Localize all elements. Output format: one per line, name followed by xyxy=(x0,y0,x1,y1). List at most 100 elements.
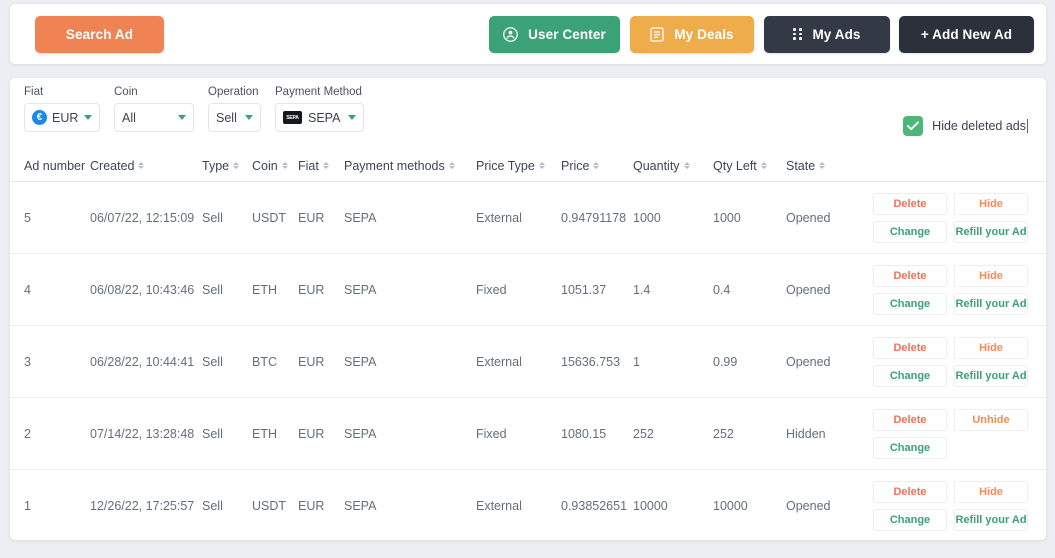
sepa-icon: SEPA xyxy=(283,111,302,124)
cell-qty-left: 252 xyxy=(713,426,734,441)
top-toolbar: Search Ad User Center My Deals My Ads + … xyxy=(10,4,1046,64)
ads-table: Ad number Created Type Coin Fiat Payment… xyxy=(10,150,1046,540)
column-header-price[interactable]: Price xyxy=(561,159,633,173)
sort-icon xyxy=(593,161,600,170)
cell-price-type: External xyxy=(476,354,522,369)
my-ads-button[interactable]: My Ads xyxy=(764,15,890,53)
grid-dots-icon xyxy=(793,28,803,40)
cell-qty-left: 1000 xyxy=(713,210,741,225)
cell-type: Sell xyxy=(202,282,223,297)
cell-coin: ETH xyxy=(252,426,277,441)
user-center-button[interactable]: User Center xyxy=(489,15,620,53)
action-button-change[interactable]: Change xyxy=(873,364,947,387)
operation-select-value: Sell xyxy=(216,110,237,125)
cell-price-type: Fixed xyxy=(476,426,507,441)
action-button-refill-your-ad[interactable]: Refill your Ad xyxy=(954,292,1028,315)
cell-type: Sell xyxy=(202,426,223,441)
cell-quantity: 10000 xyxy=(633,499,668,513)
column-header-state[interactable]: State xyxy=(786,159,843,173)
chevron-down-icon xyxy=(245,115,253,120)
cell-coin: ETH xyxy=(252,282,277,297)
sort-icon xyxy=(538,161,545,170)
row-action-buttons: Delete Hide Change Refill your Ad xyxy=(873,192,1028,243)
cell-type: Sell xyxy=(202,499,223,513)
cell-type: Sell xyxy=(202,210,223,225)
column-header-type[interactable]: Type xyxy=(202,159,252,173)
table-row: 2 07/14/22, 13:28:48 Sell ETH EUR SEPA Fixed 10… xyxy=(10,398,1046,470)
cell-ad-number: 1 xyxy=(24,499,31,513)
my-ads-label: My Ads xyxy=(812,26,861,42)
sort-icon xyxy=(138,161,145,170)
column-header-payment-methods-label: Payment methods xyxy=(344,158,445,173)
hide-deleted-ads-label: Hide deleted ads xyxy=(932,119,1028,133)
action-button-unhide[interactable]: Unhide xyxy=(954,408,1028,431)
table-header-row: Ad number Created Type Coin Fiat Payment… xyxy=(10,150,1046,182)
action-button-hide[interactable]: Hide xyxy=(954,336,1028,359)
cell-fiat: EUR xyxy=(298,426,325,441)
action-button-delete[interactable]: Delete xyxy=(873,192,947,215)
sort-icon xyxy=(819,161,826,170)
column-header-ad-number-label: Ad number xyxy=(24,158,86,173)
action-button-refill-your-ad[interactable]: Refill your Ad xyxy=(954,509,1028,531)
payment-method-select[interactable]: SEPA SEPA xyxy=(275,103,364,132)
cell-price: 1051.37 xyxy=(561,282,607,297)
cell-state: Opened xyxy=(786,210,831,225)
action-button-refill-your-ad[interactable]: Refill your Ad xyxy=(954,220,1028,243)
column-header-price-label: Price xyxy=(561,158,590,173)
cell-payment-methods: SEPA xyxy=(344,354,377,369)
action-button-change[interactable]: Change xyxy=(873,509,947,531)
coin-select[interactable]: All xyxy=(114,103,194,132)
column-header-coin-label: Coin xyxy=(252,158,278,173)
cell-qty-left: 10000 xyxy=(713,499,748,513)
cell-actions: Delete Hide Change Refill your Ad xyxy=(843,192,1028,243)
search-ad-button[interactable]: Search Ad xyxy=(35,15,164,53)
sort-icon xyxy=(448,161,455,170)
column-header-fiat[interactable]: Fiat xyxy=(298,159,344,173)
fiat-select-value: EUR xyxy=(52,110,79,125)
action-button-delete[interactable]: Delete xyxy=(873,264,947,287)
action-button-delete[interactable]: Delete xyxy=(873,481,947,503)
my-deals-label: My Deals xyxy=(674,26,734,42)
cell-created: 06/08/22, 10:43:46 xyxy=(90,282,195,297)
cell-payment-methods: SEPA xyxy=(344,210,377,225)
column-header-price-type[interactable]: Price Type xyxy=(476,159,561,173)
filter-operation: Operation Sell xyxy=(208,86,261,132)
cell-fiat: EUR xyxy=(298,354,325,369)
row-action-buttons: Delete Hide Change Refill your Ad xyxy=(873,264,1028,315)
action-button-hide[interactable]: Hide xyxy=(954,481,1028,503)
column-header-created[interactable]: Created xyxy=(90,159,202,173)
column-header-payment-methods[interactable]: Payment methods xyxy=(344,159,476,173)
cell-ad-number: 3 xyxy=(24,354,31,369)
cell-ad-number: 5 xyxy=(24,210,31,225)
add-new-ad-button[interactable]: + Add New Ad xyxy=(899,15,1034,53)
filter-fiat-label: Fiat xyxy=(24,86,44,98)
column-header-quantity[interactable]: Quantity xyxy=(633,159,713,173)
action-button-change[interactable]: Change xyxy=(873,220,947,243)
action-button-delete[interactable]: Delete xyxy=(873,336,947,359)
action-button-refill-your-ad[interactable]: Refill your Ad xyxy=(954,364,1028,387)
action-button-hide[interactable]: Hide xyxy=(954,264,1028,287)
cell-fiat: EUR xyxy=(298,210,325,225)
action-button-change[interactable]: Change xyxy=(873,292,947,315)
cell-actions: Delete Unhide Change xyxy=(843,408,1028,459)
sort-icon xyxy=(281,161,288,170)
cell-coin: USDT xyxy=(252,210,287,225)
table-row: 4 06/08/22, 10:43:46 Sell ETH EUR SEPA Fixed 10… xyxy=(10,254,1046,326)
cell-quantity: 252 xyxy=(633,426,654,441)
column-header-qty-left[interactable]: Qty Left xyxy=(713,159,786,173)
user-icon xyxy=(503,26,519,42)
table-body: 5 06/07/22, 12:15:09 Sell USDT EUR SEPA Extern… xyxy=(10,182,1046,540)
action-button-hide[interactable]: Hide xyxy=(954,192,1028,215)
sort-icon xyxy=(683,161,690,170)
cell-ad-number: 4 xyxy=(24,282,31,297)
my-deals-button[interactable]: My Deals xyxy=(630,15,754,53)
sort-icon xyxy=(322,161,329,170)
action-button-change[interactable]: Change xyxy=(873,436,947,459)
operation-select[interactable]: Sell xyxy=(208,103,261,132)
column-header-ad-number[interactable]: Ad number xyxy=(24,159,90,173)
action-button-delete[interactable]: Delete xyxy=(873,408,947,431)
fiat-select[interactable]: € EUR xyxy=(24,103,100,132)
cell-price-type: Fixed xyxy=(476,282,507,297)
column-header-coin[interactable]: Coin xyxy=(252,159,298,173)
hide-deleted-ads-checkbox[interactable]: Hide deleted ads xyxy=(903,116,1028,136)
